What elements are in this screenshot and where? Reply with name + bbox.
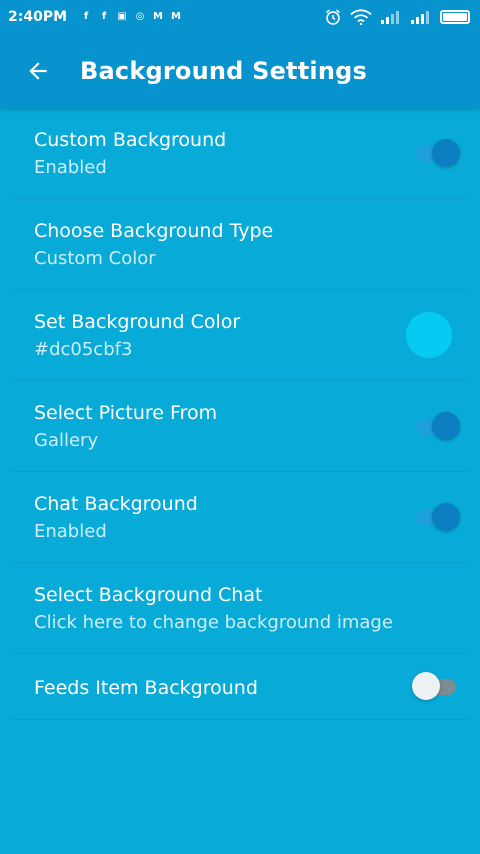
setting-custom-background[interactable]: Custom Background Enabled bbox=[10, 108, 470, 199]
gmail-icon: M bbox=[151, 10, 166, 24]
toggle-thumb bbox=[412, 672, 440, 700]
feeds-item-background-toggle[interactable] bbox=[412, 672, 460, 702]
alarm-icon bbox=[326, 9, 340, 25]
signal-icon bbox=[411, 11, 429, 24]
signal-icon bbox=[381, 11, 399, 24]
notification-icons: f f ▣ ◎ M M bbox=[79, 10, 184, 24]
wifi-icon bbox=[350, 9, 372, 25]
setting-title: Select Picture From bbox=[34, 402, 218, 424]
setting-summary: Enabled bbox=[34, 521, 107, 542]
toggle-thumb bbox=[432, 412, 460, 440]
battery-level bbox=[443, 13, 467, 21]
back-button[interactable] bbox=[14, 47, 62, 95]
setting-choose-background-type[interactable]: Choose Background Type Custom Color bbox=[10, 199, 470, 290]
settings-list: Custom Background Enabled Choose Backgro… bbox=[0, 108, 480, 720]
app-icon: ◎ bbox=[133, 10, 148, 24]
page-title: Background Settings bbox=[80, 57, 367, 85]
setting-summary: Custom Color bbox=[34, 248, 156, 269]
setting-select-background-chat[interactable]: Select Background Chat Click here to cha… bbox=[10, 563, 470, 654]
setting-title: Chat Background bbox=[34, 493, 198, 515]
toggle-thumb bbox=[432, 503, 460, 531]
setting-chat-background[interactable]: Chat Background Enabled bbox=[10, 472, 470, 563]
setting-feeds-item-background[interactable]: Feeds Item Background bbox=[10, 654, 470, 720]
toggle-thumb bbox=[432, 139, 460, 167]
gmail-icon: M bbox=[169, 10, 184, 24]
facebook-icon: f bbox=[79, 10, 94, 24]
setting-title: Feeds Item Background bbox=[34, 677, 258, 699]
status-right-icons bbox=[324, 8, 470, 26]
setting-summary: Enabled bbox=[34, 157, 107, 178]
color-swatch[interactable] bbox=[406, 312, 452, 358]
select-picture-from-toggle[interactable] bbox=[412, 412, 460, 442]
setting-title: Choose Background Type bbox=[34, 220, 274, 242]
setting-summary: #dc05cbf3 bbox=[34, 339, 133, 360]
setting-select-picture-from[interactable]: Select Picture From Gallery bbox=[10, 381, 470, 472]
setting-title: Select Background Chat bbox=[34, 584, 263, 606]
setting-summary: Click here to change background image bbox=[34, 612, 393, 633]
setting-set-background-color[interactable]: Set Background Color #dc05cbf3 bbox=[10, 290, 470, 381]
app-bar: Background Settings bbox=[0, 34, 480, 108]
setting-summary: Gallery bbox=[34, 430, 99, 451]
chat-background-toggle[interactable] bbox=[412, 503, 460, 533]
setting-title: Custom Background bbox=[34, 129, 227, 151]
battery-icon bbox=[440, 10, 470, 24]
status-time: 2:40PM bbox=[8, 9, 68, 25]
setting-title: Set Background Color bbox=[34, 311, 241, 333]
custom-background-toggle[interactable] bbox=[412, 139, 460, 169]
news-icon: ▣ bbox=[115, 10, 130, 24]
arrow-left-icon bbox=[29, 62, 47, 80]
status-bar: 2:40PM f f ▣ ◎ M M bbox=[0, 0, 480, 34]
facebook-icon: f bbox=[97, 10, 112, 24]
